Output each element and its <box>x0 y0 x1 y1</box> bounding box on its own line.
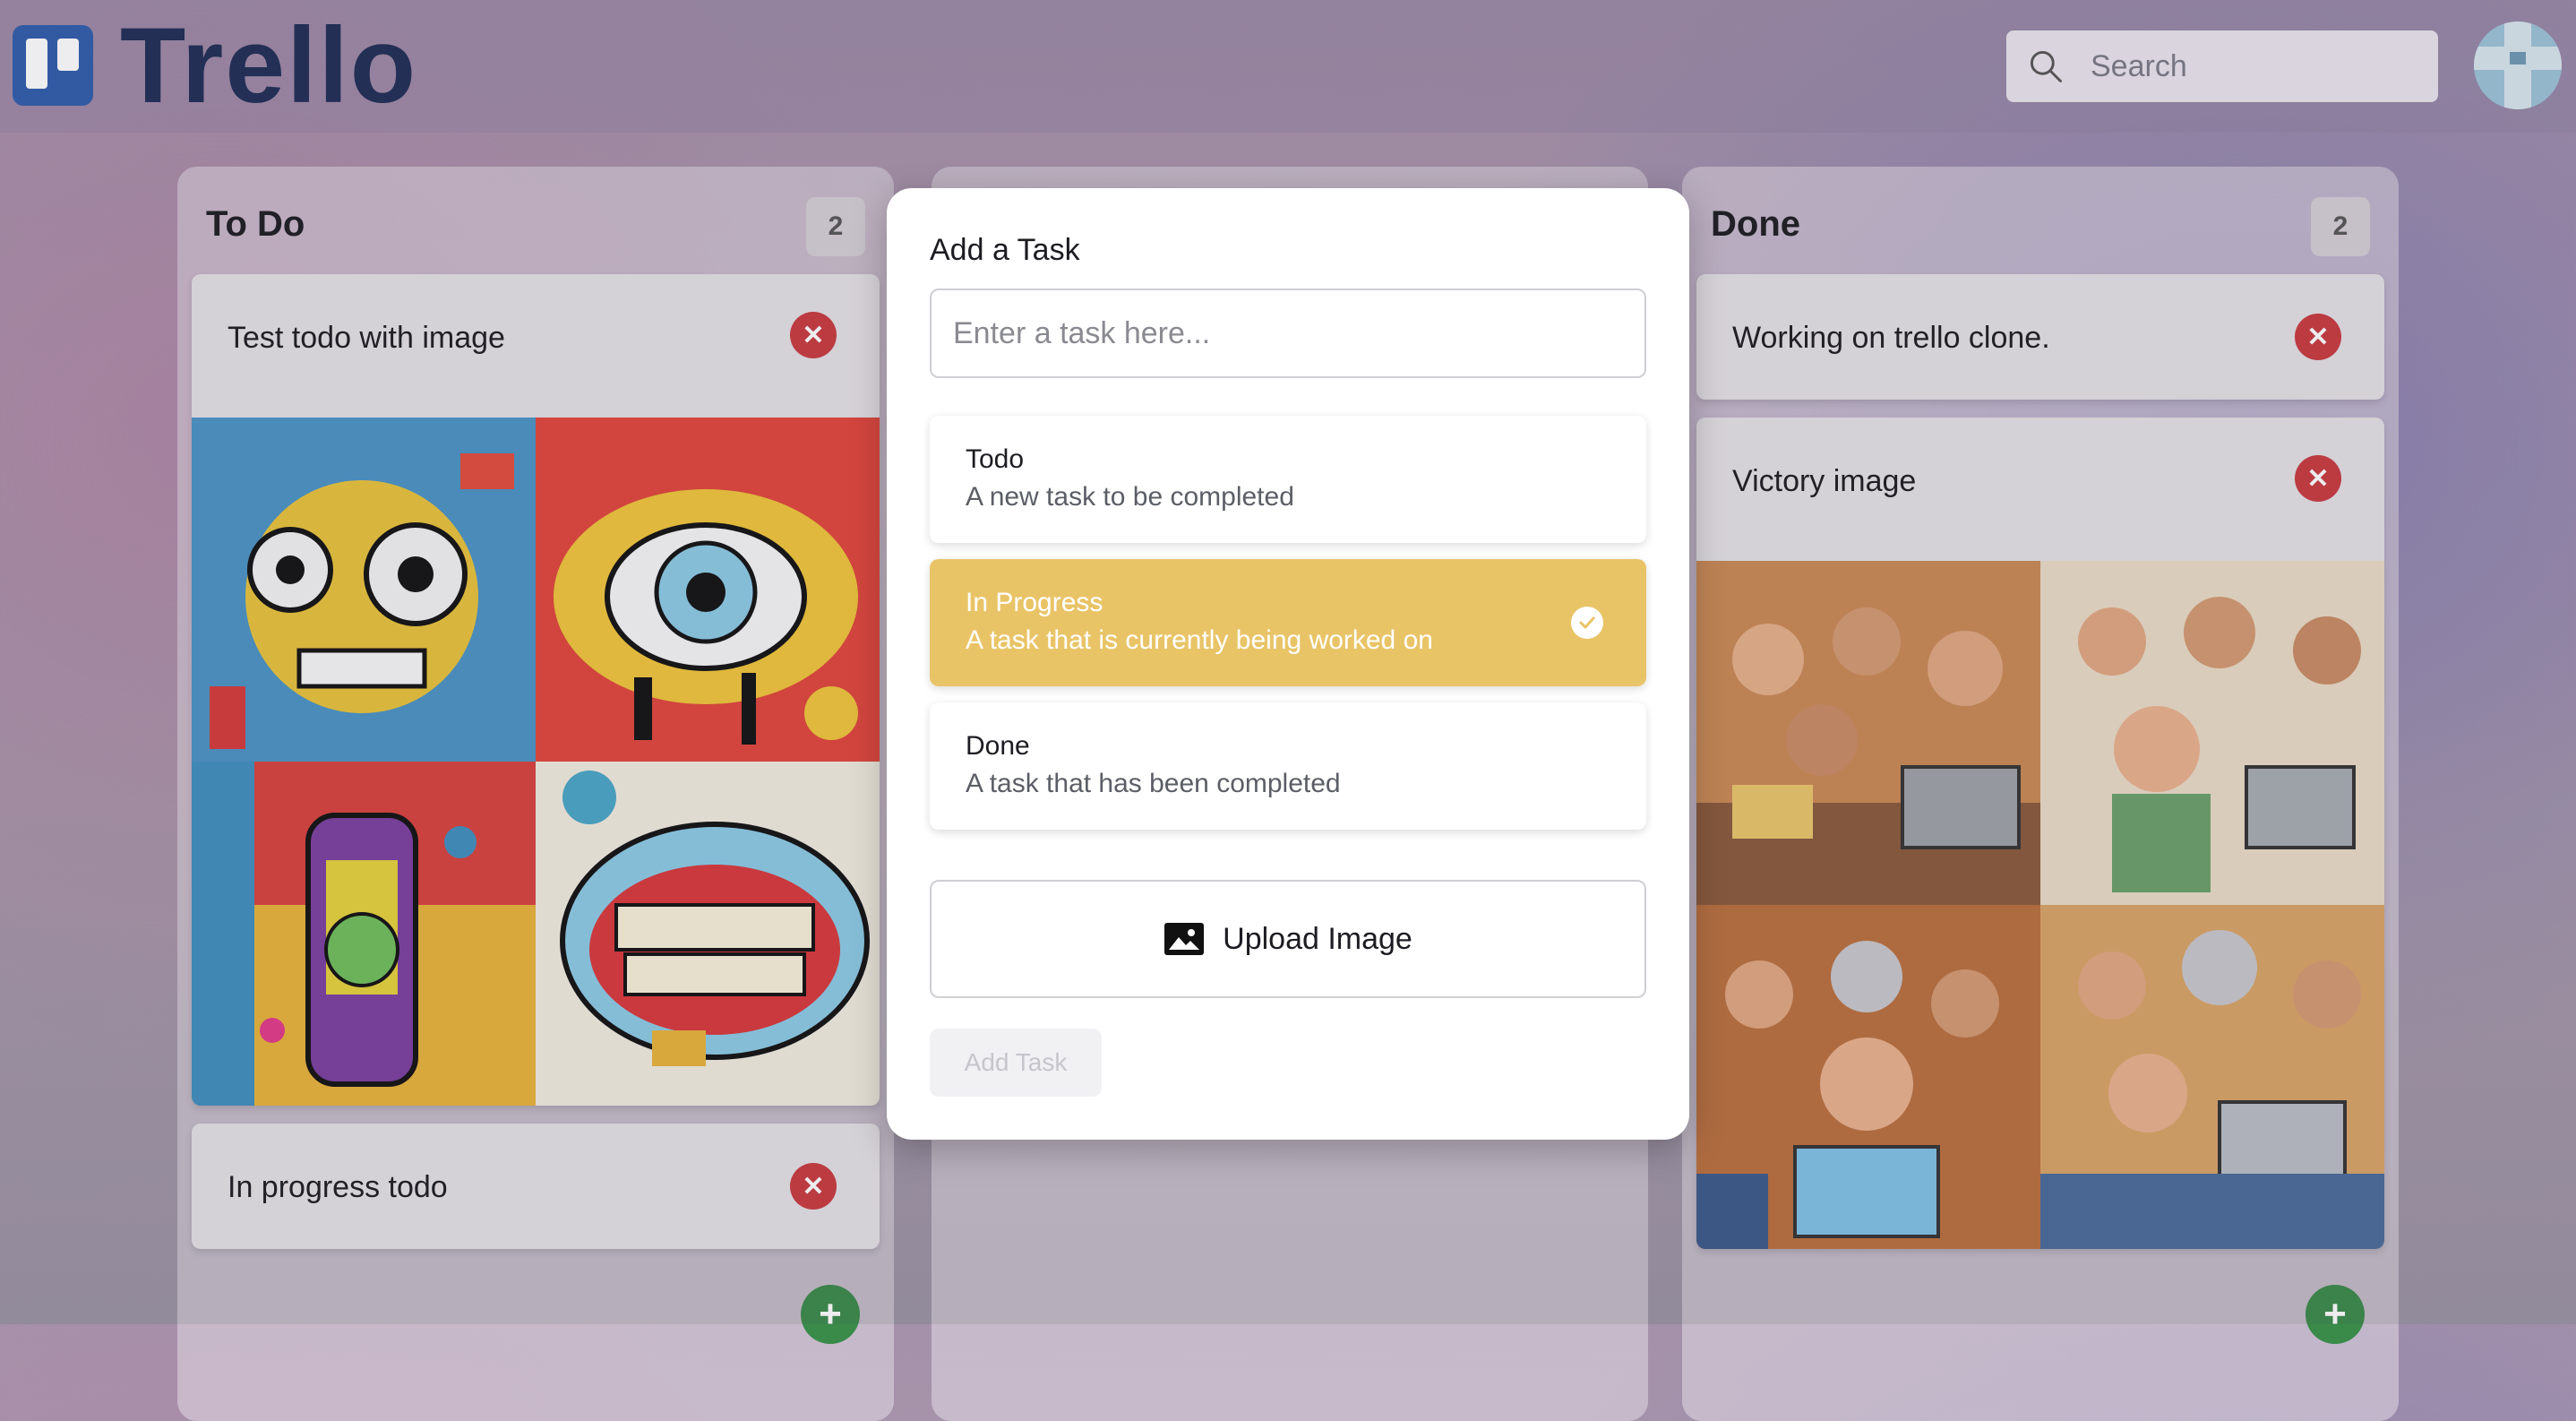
option-label: Done <box>966 731 1030 761</box>
task-input[interactable] <box>930 289 1646 378</box>
check-icon <box>1571 607 1603 639</box>
add-task-submit-button[interactable]: Add Task <box>930 1029 1102 1097</box>
status-option-in-progress[interactable]: In Progress A task that is currently bei… <box>930 559 1646 686</box>
image-icon <box>1164 923 1205 955</box>
status-option-done[interactable]: Done A task that has been completed <box>930 702 1646 830</box>
option-label: Todo <box>966 444 1025 474</box>
submit-label: Add Task <box>964 1048 1068 1076</box>
option-description: A task that has been completed <box>966 769 1341 798</box>
option-description: A new task to be completed <box>966 482 1294 512</box>
upload-label: Upload Image <box>1223 921 1413 956</box>
option-description: A task that is currently being worked on <box>966 625 1433 655</box>
add-task-modal: Add a Task Todo A new task to be complet… <box>887 188 1689 1140</box>
modal-title: Add a Task <box>930 233 1080 267</box>
option-label: In Progress <box>966 588 1103 617</box>
upload-image-button[interactable]: Upload Image <box>930 880 1646 998</box>
status-option-todo[interactable]: Todo A new task to be completed <box>930 416 1646 543</box>
